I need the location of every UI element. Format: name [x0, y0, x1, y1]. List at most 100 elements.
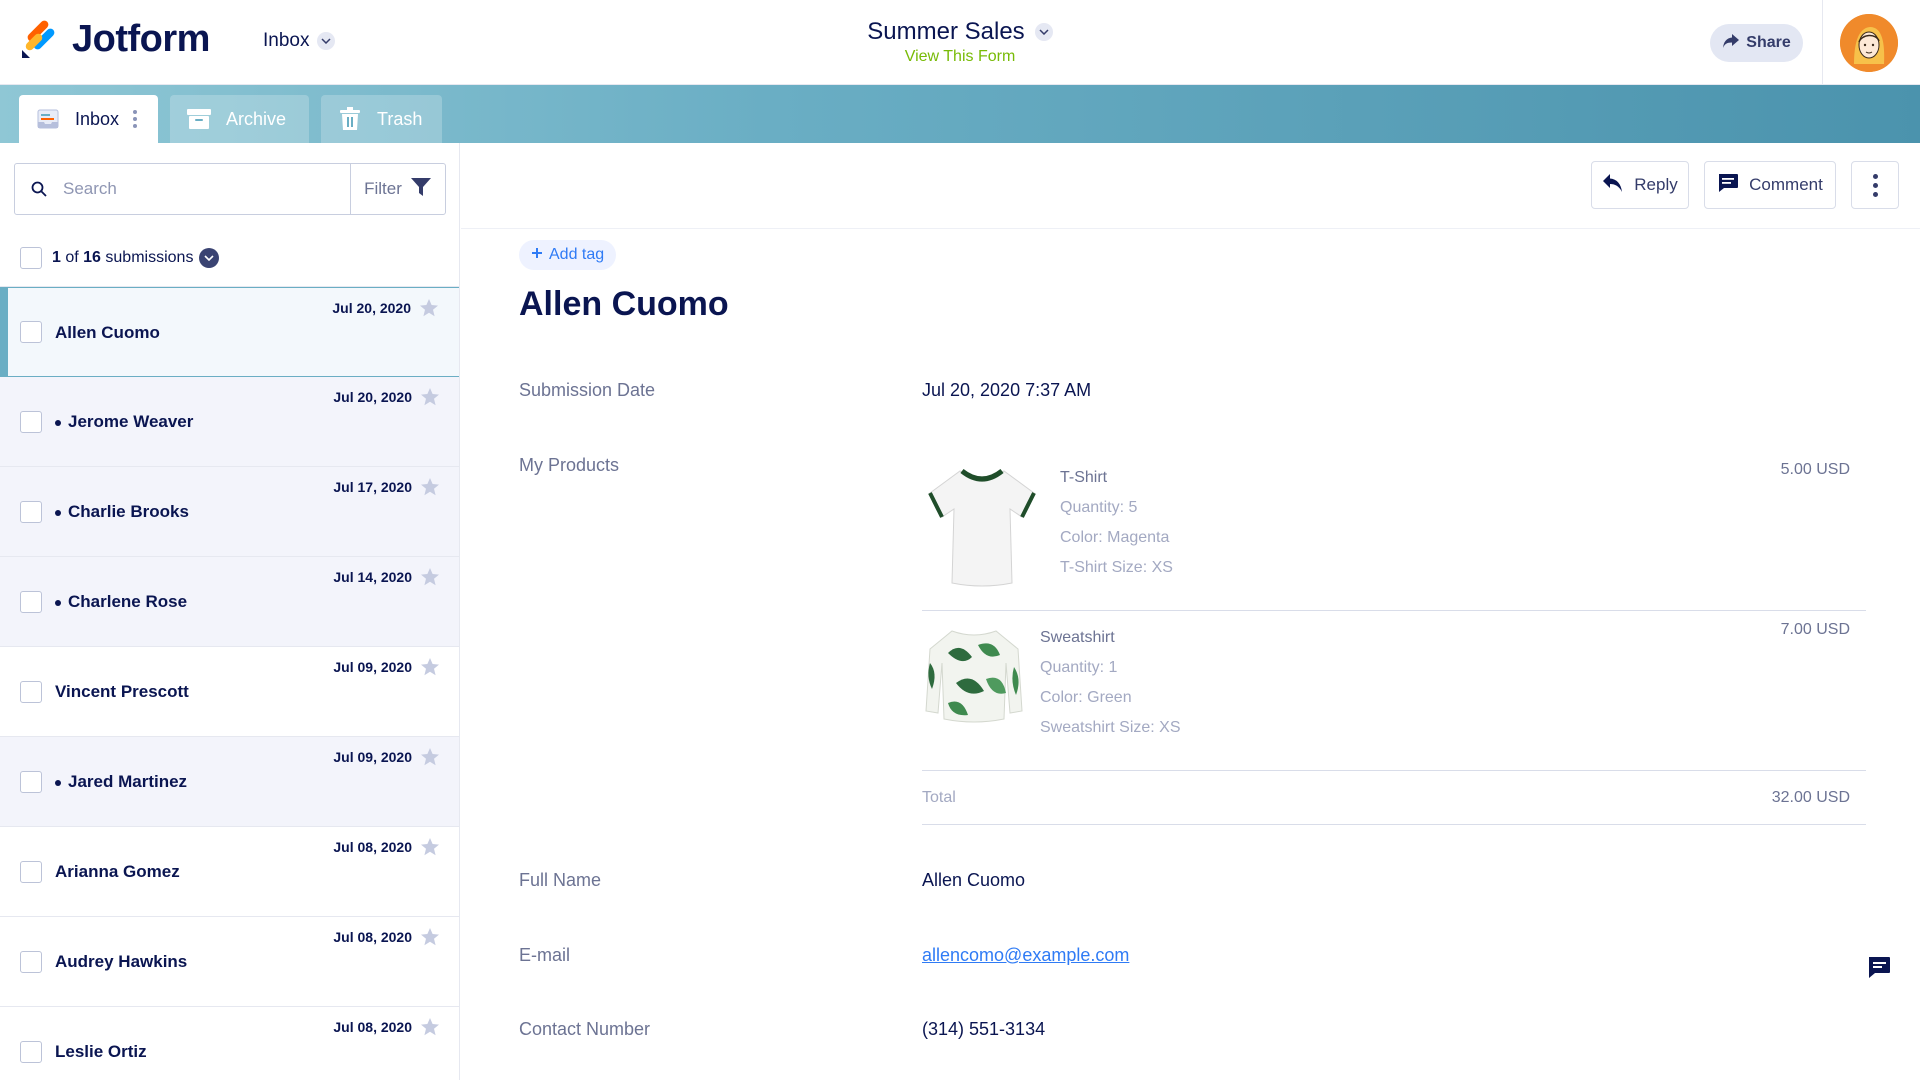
form-title: Summer Sales	[867, 18, 1025, 45]
select-all-checkbox[interactable]	[20, 246, 42, 269]
submission-name: Charlie Brooks	[68, 502, 189, 521]
search-icon	[15, 181, 63, 197]
submission-checkbox[interactable]	[20, 501, 42, 523]
total-value: 32.00 USD	[1771, 789, 1850, 806]
search-input[interactable]	[63, 165, 350, 213]
star-icon[interactable]	[420, 1017, 440, 1042]
email-link[interactable]: allencomo@example.com	[922, 945, 1129, 966]
product-quantity: Quantity: 1	[1040, 659, 1118, 676]
submission-name: Charlene Rose	[68, 592, 188, 611]
email-label: E-mail	[519, 945, 571, 965]
comment-button[interactable]: Comment	[1704, 161, 1836, 209]
product-quantity: Quantity: 5	[1060, 499, 1138, 516]
product-size: T-Shirt Size: XS	[1060, 559, 1173, 576]
share-button[interactable]: Share	[1710, 24, 1803, 62]
submission-name: Jerome Weaver	[68, 412, 194, 431]
reply-button[interactable]: Reply	[1591, 161, 1689, 209]
tabs-bar: Inbox Archive Trash	[0, 85, 1920, 143]
star-icon[interactable]	[420, 747, 440, 772]
filter-button[interactable]: Filter	[350, 164, 445, 214]
product-color: Color: Green	[1040, 689, 1132, 706]
top-header: Jotform Inbox Summer Sales View This For…	[0, 0, 1920, 85]
submission-checkbox[interactable]	[20, 951, 42, 973]
submission-action-bar: Reply Comment	[461, 143, 1920, 229]
product-price: 5.00 USD	[1780, 461, 1850, 478]
tab-trash-label: Trash	[377, 108, 423, 129]
submission-date: Jul 08, 2020	[333, 1019, 412, 1035]
count-of: of	[65, 248, 79, 266]
submission-row[interactable]: Vincent Prescott Jul 09, 2020	[0, 647, 459, 737]
reply-arrow-icon	[1602, 173, 1624, 198]
tshirt-image	[922, 461, 1042, 596]
tab-inbox[interactable]: Inbox	[19, 95, 158, 143]
submission-checkbox[interactable]	[20, 411, 42, 433]
chat-bubble-icon[interactable]	[1866, 954, 1892, 980]
count-suffix: submissions	[105, 248, 194, 266]
submission-row[interactable]: Jerome Weaver Jul 20, 2020	[0, 377, 459, 467]
total-label: Total	[922, 789, 956, 806]
submission-checkbox[interactable]	[20, 1041, 42, 1063]
filter-label: Filter	[364, 179, 402, 198]
submission-row[interactable]: Leslie Ortiz Jul 08, 2020	[0, 1007, 459, 1080]
unread-dot	[55, 600, 61, 606]
submission-row[interactable]: Jared Martinez Jul 09, 2020	[0, 737, 459, 827]
star-icon[interactable]	[420, 837, 440, 862]
unread-dot	[55, 510, 61, 516]
submission-date: Jul 09, 2020	[333, 659, 412, 675]
star-icon[interactable]	[420, 567, 440, 592]
product-item: Sweatshirt Quantity: 1 Color: Green Swea…	[922, 611, 1866, 771]
filter-funnel-icon	[410, 177, 432, 202]
contact-number-value: (314) 551-3134	[922, 1019, 1046, 1039]
unread-dot	[55, 420, 61, 426]
more-options-button[interactable]	[1851, 161, 1899, 209]
submission-row[interactable]: Charlie Brooks Jul 17, 2020	[0, 467, 459, 557]
submission-row[interactable]: Charlene Rose Jul 14, 2020	[0, 557, 459, 647]
submission-name: Arianna Gomez	[55, 862, 180, 881]
inbox-tab-icon	[35, 106, 61, 132]
submission-row[interactable]: Arianna Gomez Jul 08, 2020	[0, 827, 459, 917]
tab-archive[interactable]: Archive	[170, 95, 309, 143]
submission-date: Jul 14, 2020	[333, 569, 412, 585]
star-icon[interactable]	[420, 927, 440, 952]
submission-name: Jared Martinez	[68, 772, 188, 791]
star-icon[interactable]	[420, 477, 440, 502]
submission-row[interactable]: Audrey Hawkins Jul 08, 2020	[0, 917, 459, 1007]
comment-label: Comment	[1749, 175, 1823, 194]
submission-date: Jul 20, 2020	[333, 389, 412, 405]
search-bar: Filter	[14, 163, 446, 215]
avatar[interactable]	[1840, 14, 1898, 72]
star-icon[interactable]	[420, 657, 440, 682]
trash-icon	[337, 106, 363, 132]
add-tag-button[interactable]: Add tag	[519, 240, 617, 270]
unread-dot	[55, 780, 61, 786]
more-vertical-icon	[1872, 173, 1878, 197]
tab-trash[interactable]: Trash	[321, 95, 442, 143]
submission-checkbox[interactable]	[20, 591, 42, 613]
sweatshirt-image	[922, 623, 1026, 732]
product-size: Sweatshirt Size: XS	[1040, 719, 1181, 736]
submission-checkbox[interactable]	[20, 321, 42, 343]
my-products-label: My Products	[519, 455, 620, 475]
product-name: T-Shirt	[1060, 469, 1108, 486]
submission-date-label: Submission Date	[519, 380, 656, 400]
star-icon[interactable]	[419, 298, 439, 323]
chevron-down-icon[interactable]	[199, 247, 220, 268]
star-icon[interactable]	[420, 387, 440, 412]
chevron-down-icon	[1034, 23, 1053, 41]
add-tag-label: Add tag	[549, 246, 605, 263]
submission-checkbox[interactable]	[20, 861, 42, 883]
view-form-link[interactable]: View This Form	[0, 48, 1920, 66]
submission-row[interactable]: Allen Cuomo Jul 20, 2020	[0, 287, 459, 377]
submission-name: Leslie Ortiz	[55, 1042, 147, 1061]
submission-date-value: Jul 20, 2020 7:37 AM	[922, 380, 1092, 400]
more-vertical-icon[interactable]	[133, 110, 138, 128]
submission-name: Vincent Prescott	[55, 682, 189, 701]
archive-icon	[186, 106, 212, 132]
submission-checkbox[interactable]	[20, 681, 42, 703]
submission-checkbox[interactable]	[20, 771, 42, 793]
count-total: 16	[83, 248, 101, 266]
submitter-name-heading: Allen Cuomo	[519, 285, 729, 323]
submission-count-row: 1 of 16 submissions	[0, 229, 459, 287]
products-total-row: Total 32.00 USD	[922, 771, 1866, 825]
form-title-dropdown[interactable]: Summer Sales	[867, 18, 1053, 46]
